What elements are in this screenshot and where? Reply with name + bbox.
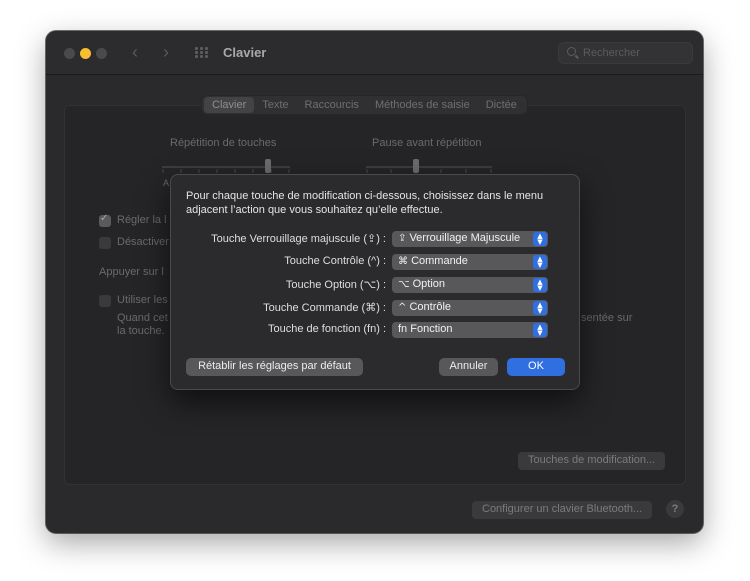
- title-bar: ‹ › Clavier Rechercher: [46, 31, 703, 75]
- help-button[interactable]: ?: [666, 500, 684, 518]
- fn-note-line1: Quand cet: [117, 312, 168, 324]
- function-value: Fonction: [410, 323, 453, 335]
- tab-bar: Clavier Texte Raccourcis Méthodes de sai…: [201, 95, 528, 115]
- delay-slider-knob[interactable]: [413, 159, 419, 173]
- key-repeat-label: Répétition de touches: [170, 137, 277, 149]
- option-value: Option: [412, 278, 446, 290]
- popup-chevrons-icon: ▲ ▼: [533, 278, 547, 292]
- caps-lock-icon: ⇪: [398, 233, 407, 244]
- delay-until-repeat-label: Pause avant répétition: [372, 137, 482, 149]
- fn-symbol: fn: [398, 323, 408, 335]
- key-repeat-slider-knob[interactable]: [265, 159, 271, 173]
- popup-chevrons-icon: ▲ ▼: [533, 323, 547, 337]
- tab-dictee[interactable]: Dictée: [478, 97, 525, 113]
- search-placeholder: Rechercher: [583, 47, 640, 59]
- command-symbol-icon: ⌘: [398, 256, 408, 267]
- function-row-label: Touche de fonction (fn) :: [267, 323, 386, 335]
- minimize-window-button[interactable]: [80, 48, 91, 59]
- control-popup[interactable]: ⌘ Commande ▲ ▼: [392, 254, 548, 270]
- press-key-label: Appuyer sur l: [99, 266, 164, 278]
- control-value: Commande: [411, 255, 468, 267]
- restore-defaults-button[interactable]: Rétablir les réglages par défaut: [186, 358, 363, 376]
- forward-arrow-icon[interactable]: ›: [163, 42, 169, 62]
- setup-bluetooth-keyboard-button[interactable]: Configurer un clavier Bluetooth...: [472, 501, 653, 519]
- option-row-label: Touche Option (⌥) :: [285, 279, 386, 291]
- window-title: Clavier: [223, 45, 267, 60]
- cancel-button[interactable]: Annuler: [439, 358, 498, 376]
- adjust-brightness-label: Régler la l: [117, 214, 167, 226]
- disable-backlight-checkbox[interactable]: [99, 237, 111, 249]
- back-arrow-icon[interactable]: ‹: [132, 42, 138, 62]
- modifier-keys-button[interactable]: Touches de modification...: [518, 452, 666, 470]
- modifier-keys-sheet: Pour chaque touche de modification ci-de…: [170, 174, 580, 390]
- command-popup[interactable]: ^ Contrôle ▲ ▼: [392, 300, 548, 316]
- popup-chevrons-icon: ▲ ▼: [533, 301, 547, 315]
- close-window-button[interactable]: [64, 48, 75, 59]
- command-value: Contrôle: [409, 301, 452, 313]
- search-field[interactable]: Rechercher: [558, 42, 693, 64]
- caps-lock-popup[interactable]: ⇪ Verrouillage Majuscule ▲ ▼: [392, 231, 548, 247]
- command-row-label: Touche Commande (⌘) :: [263, 302, 386, 314]
- delay-slider[interactable]: [366, 166, 492, 168]
- search-icon: [567, 47, 576, 56]
- popup-chevrons-icon: ▲ ▼: [533, 255, 547, 269]
- tab-clavier[interactable]: Clavier: [204, 97, 255, 113]
- disable-backlight-label: Désactiver: [117, 236, 169, 248]
- control-row-label: Touche Contrôle (^) :: [284, 255, 386, 267]
- caps-lock-row-label: Touche Verrouillage majuscule (⇪) :: [211, 233, 386, 245]
- ok-button[interactable]: OK: [507, 358, 565, 376]
- caps-lock-value: Verrouillage Majuscule: [409, 232, 521, 244]
- show-all-grid-icon[interactable]: [195, 47, 209, 59]
- adjust-brightness-checkbox[interactable]: [99, 213, 111, 227]
- tab-methodes-de-saisie[interactable]: Méthodes de saisie: [367, 97, 478, 113]
- option-popup[interactable]: ⌥ Option ▲ ▼: [392, 277, 548, 293]
- sheet-message: Pour chaque touche de modification ci-de…: [186, 190, 544, 216]
- fn-note-line2: la touche.: [117, 325, 165, 337]
- tab-raccourcis[interactable]: Raccourcis: [297, 97, 367, 113]
- use-fn-keys-checkbox[interactable]: [99, 295, 111, 307]
- control-symbol-icon: ^: [398, 302, 407, 313]
- use-fn-keys-label: Utiliser les: [117, 294, 168, 306]
- option-symbol-icon: ⌥: [398, 279, 410, 290]
- slider-min-label: A: [163, 178, 170, 188]
- function-popup[interactable]: fn Fonction ▲ ▼: [392, 322, 548, 338]
- zoom-window-button[interactable]: [96, 48, 107, 59]
- fn-note-right: sentée sur: [581, 312, 633, 324]
- tab-texte[interactable]: Texte: [254, 97, 296, 113]
- popup-chevrons-icon: ▲ ▼: [533, 232, 547, 246]
